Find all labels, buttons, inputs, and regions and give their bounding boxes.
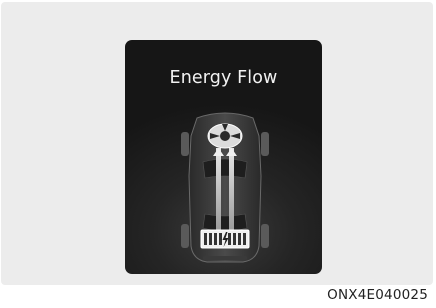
figure-panel: Energy Flow [1, 2, 433, 285]
vehicle-energy-flow-illustration [181, 112, 269, 263]
front-left-wheel [181, 132, 189, 156]
rear-bumper [203, 256, 247, 260]
motor-icon [207, 123, 243, 149]
windshield [202, 158, 248, 179]
rear-left-wheel [181, 224, 189, 248]
cluster-display: Energy Flow [125, 40, 322, 274]
rear-window [202, 213, 248, 232]
battery-lightning-icon [200, 229, 250, 249]
front-right-wheel [261, 132, 269, 156]
image-reference-code: ONX4E040025 [327, 287, 428, 303]
energy-flow-title: Energy Flow [169, 68, 278, 88]
rear-right-wheel [261, 224, 269, 248]
